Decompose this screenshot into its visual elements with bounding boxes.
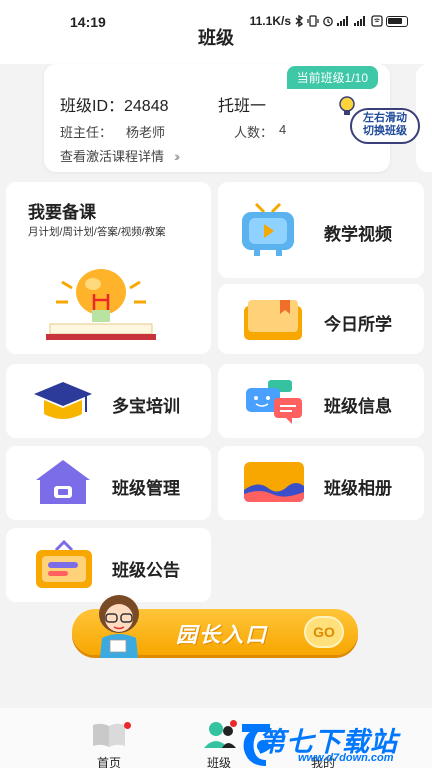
book-icon [93,723,125,747]
teacher-label: 班主任： [60,125,113,140]
duobao-training-label: 多宝培训 [112,397,180,416]
notice-board-icon [36,539,92,588]
photo-album-icon [244,462,304,502]
today-learned-label: 今日所学 [324,315,392,334]
class-info-label: 班级信息 [324,397,392,416]
swipe-hint-text: 左右滑动 切换班级 [363,112,407,137]
go-badge: GO [304,616,344,648]
course-details-label: 查看激活课程详情 [60,149,165,164]
class-album-label: 班级相册 [324,479,392,498]
double-chevron-right-icon: ›› [174,147,181,164]
today-learned-tile[interactable]: 今日所学 [218,284,424,354]
tab-home[interactable]: 首页 [74,716,144,768]
swipe-hint: 左右滑动 切换班级 [330,94,422,150]
notification-dot [124,722,131,729]
class-name: 托班一 [218,98,267,115]
teacher-avatar-illustration [99,595,139,658]
house-icon [36,460,90,504]
open-book-icon [244,300,302,340]
class-notice-label: 班级公告 [112,561,180,580]
teaching-video-label: 教学视频 [324,225,392,244]
lightbulb-book-icon [46,269,156,340]
prep-lessons-subtitle: 月计划/周计划/答案/视频/教案 [28,226,166,238]
course-details-link[interactable]: 查看激活课程详情 ›› [60,146,181,165]
watermark-url: www.d7down.com [298,752,394,764]
student-count: 4 [279,122,287,137]
tab-home-label: 首页 [96,756,121,768]
class-id: 班级ID：24848 [60,98,169,115]
page-title: 班级 [198,28,234,48]
class-album-tile[interactable]: 班级相册 [218,446,424,520]
teacher-name: 杨老师 [126,125,166,140]
duobao-training-tile[interactable]: 多宝培训 [6,364,211,438]
prep-lessons-tile[interactable]: 我要备课 月计划/周计划/答案/视频/教案 [6,182,211,354]
current-class-tag: 当前班级1/10 [286,66,378,89]
nav-bar: 班级 [0,28,432,64]
class-management-tile[interactable]: 班级管理 [6,446,211,520]
graduation-cap-icon [34,382,92,419]
tv-video-icon [242,202,294,256]
class-notice-tile[interactable]: 班级公告 [6,528,211,602]
principal-entrance-label: 园长入口 [176,624,268,647]
teaching-video-tile[interactable]: 教学视频 [218,182,424,278]
class-info-tile[interactable]: 班级信息 [218,364,424,438]
prep-lessons-title: 我要备课 [28,203,96,222]
class-management-label: 班级管理 [112,479,180,498]
go-label: GO [313,624,335,640]
student-count-label: 人数： [234,125,274,140]
chat-bubbles-icon [246,380,302,424]
